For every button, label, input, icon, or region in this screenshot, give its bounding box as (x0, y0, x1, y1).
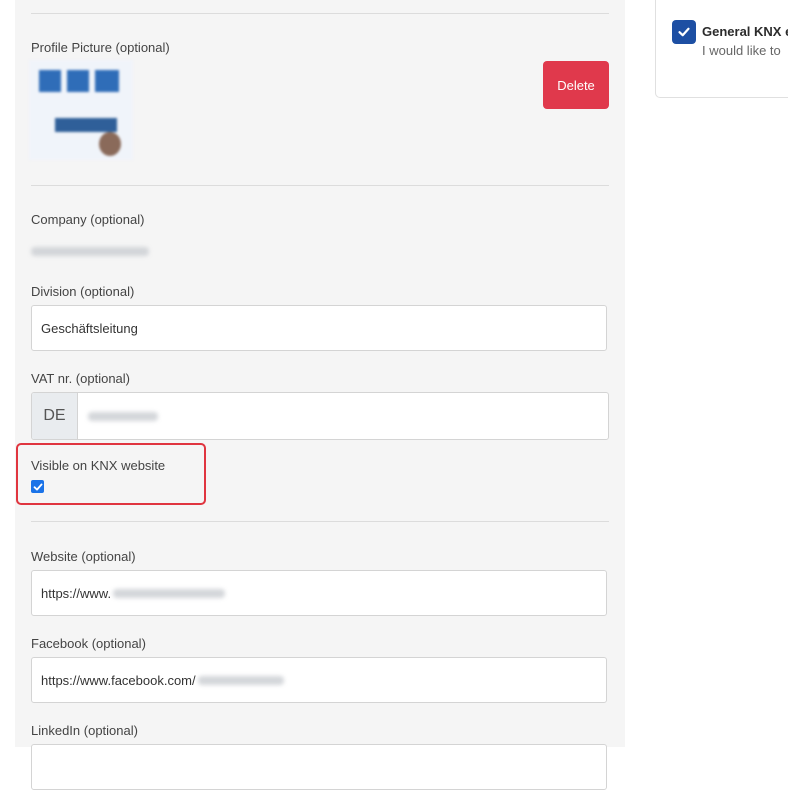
consent-title: General KNX e (702, 24, 788, 39)
division-input[interactable]: Geschäftsleitung (31, 305, 607, 351)
divider (31, 13, 609, 14)
highlight-annotation (16, 443, 206, 505)
linkedin-label: LinkedIn (optional) (31, 723, 138, 738)
vat-label: VAT nr. (optional) (31, 371, 130, 386)
facebook-label: Facebook (optional) (31, 636, 146, 651)
divider (31, 185, 609, 186)
divider (31, 521, 609, 522)
consent-checkbox[interactable] (672, 20, 696, 44)
vat-input-group: DE (31, 392, 609, 440)
facebook-input[interactable]: https://www.facebook.com/ (31, 657, 607, 703)
website-label: Website (optional) (31, 549, 136, 564)
division-value: Geschäftsleitung (41, 320, 138, 336)
delete-picture-button[interactable]: Delete (543, 61, 609, 109)
consent-text: I would like to (702, 43, 781, 58)
checkmark-icon (678, 27, 690, 37)
profile-picture (29, 60, 133, 160)
company-label: Company (optional) (31, 212, 145, 227)
vat-country-prefix: DE (32, 393, 78, 439)
profile-picture-label: Profile Picture (optional) (31, 40, 170, 55)
website-input[interactable]: https://www. (31, 570, 607, 616)
division-label: Division (optional) (31, 284, 135, 299)
linkedin-input[interactable] (31, 744, 607, 790)
company-value-redacted (31, 243, 149, 261)
facebook-value: https://www.facebook.com/ (41, 672, 196, 688)
website-value: https://www. (41, 585, 112, 601)
consent-card: General KNX e I would like to (655, 0, 788, 98)
checkmark-icon (33, 483, 42, 490)
vat-input[interactable] (78, 393, 608, 439)
profile-form-panel: Profile Picture (optional) Delete Compan… (15, 0, 625, 790)
visible-on-website-checkbox[interactable] (31, 480, 44, 493)
visible-on-website-label: Visible on KNX website (31, 458, 166, 473)
